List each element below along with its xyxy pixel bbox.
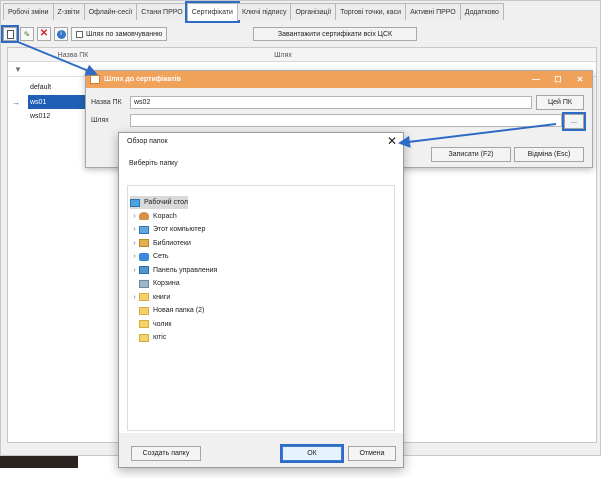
tree-node[interactable]: Рабочий стол: [130, 196, 188, 209]
pc-name-cell[interactable]: default: [28, 80, 88, 94]
new-record-button[interactable]: [1, 25, 19, 43]
control-panel-icon: [139, 266, 149, 274]
expand-chevron-icon[interactable]: ›: [130, 240, 139, 247]
tree-node-label: Рабочий стол: [144, 199, 188, 206]
tree-node[interactable]: › Kopach: [130, 210, 177, 223]
toolbar: ✎ ✕ i Шлях по замовчуванню Завантажити с…: [1, 25, 599, 43]
minimize-icon[interactable]: —: [526, 71, 546, 88]
checkbox-icon: [76, 30, 83, 38]
tree-node[interactable]: › книги: [130, 291, 170, 304]
tab-2[interactable]: Офлайн-сесії: [83, 3, 138, 20]
info-button[interactable]: i: [54, 27, 68, 41]
tree-node-label: ютіс: [153, 334, 167, 341]
tree-node[interactable]: › Сеть: [130, 250, 169, 263]
dialog-title: Шлях до сертифікатів: [104, 76, 181, 83]
tab-7[interactable]: Торгові точки, каси: [335, 3, 407, 20]
pc-name-input[interactable]: ws02: [130, 96, 532, 109]
tree-node[interactable]: ютіс: [130, 331, 166, 344]
default-path-label: Шлях по замовчуванню: [86, 30, 163, 38]
delete-record-button[interactable]: ✕: [37, 27, 51, 41]
delete-icon: ✕: [39, 28, 49, 39]
expand-chevron-icon[interactable]: ›: [130, 253, 139, 260]
expand-chevron-icon[interactable]: ›: [130, 226, 139, 233]
tree-node[interactable]: › Этот компьютер: [130, 223, 205, 236]
maximize-icon[interactable]: ☐: [548, 71, 568, 88]
folder-tree[interactable]: Рабочий стол › Kopach › Этот компьютер › Библи…: [127, 185, 395, 431]
tab-0[interactable]: Робочі зміни: [3, 3, 54, 20]
folder-icon: [139, 293, 149, 301]
cancel-button[interactable]: Отмена: [348, 446, 396, 461]
recycle-bin-icon: [139, 279, 149, 288]
edit-record-button[interactable]: ✎: [20, 27, 34, 41]
upload-certificates-button[interactable]: Завантажити сертифікати всіх ЦСК: [253, 27, 417, 41]
expand-chevron-icon[interactable]: ›: [130, 294, 139, 301]
tree-node-label: книги: [153, 293, 171, 301]
window-icon: [90, 75, 100, 84]
tab-3[interactable]: Стани ПРРО: [136, 3, 188, 20]
column-header-pc-name[interactable]: Назва ПК: [28, 48, 118, 62]
cancel-button[interactable]: Відміна (Esc): [514, 147, 584, 162]
user-icon: [139, 212, 149, 220]
tree-node-label: Этот компьютер: [153, 226, 206, 233]
folder-icon: [139, 306, 149, 315]
folder-icon: [139, 333, 149, 342]
computer-icon: [139, 225, 149, 234]
ok-button[interactable]: ОК: [280, 444, 344, 463]
tree-node[interactable]: › Панель управления: [130, 264, 217, 277]
tab-1[interactable]: Z-звіти: [52, 3, 85, 20]
dialog-footer: Создать папку ОК Отмена: [119, 433, 403, 467]
current-row-arrow-icon: →: [12, 97, 20, 107]
tree-node-label: Kopach: [153, 212, 177, 220]
library-icon: [139, 239, 149, 247]
close-icon[interactable]: ✕: [387, 134, 397, 148]
desktop-icon: [130, 198, 140, 207]
tree-node-label: чолик: [153, 320, 172, 328]
tree-node-label: Новая папка (2): [153, 307, 205, 314]
this-pc-button[interactable]: Цей ПК: [536, 95, 584, 110]
tree-node-label: Библиотеки: [153, 239, 191, 247]
tree-node[interactable]: чолик: [130, 318, 171, 331]
tab-5[interactable]: Ключі підпису: [236, 3, 292, 20]
default-path-button[interactable]: Шлях по замовчуванню: [71, 27, 168, 41]
tab-4[interactable]: Сертифікати: [184, 1, 240, 23]
pc-name-label: Назва ПК: [91, 99, 122, 106]
expand-chevron-icon[interactable]: ›: [130, 267, 139, 274]
grid-header: Назва ПК Шлях: [8, 48, 596, 62]
pc-name-cell[interactable]: ws012: [28, 109, 88, 123]
dialog-titlebar[interactable]: Шлях до сертифікатів — ☐ ✕: [86, 71, 592, 88]
tree-node-label: Корзина: [153, 280, 180, 287]
folder-icon: [139, 320, 149, 328]
save-button[interactable]: Записати (F2): [431, 147, 511, 162]
browse-folder-dialog: Обзор папок ✕ Виберіть папку Рабочий сто…: [118, 132, 404, 468]
tab-9[interactable]: Додатково: [459, 3, 504, 20]
tab-bar: Робочі зміни Z-звіти Офлайн-сесії Стани ПРР…: [3, 1, 504, 23]
path-label: Шлях: [91, 117, 109, 124]
new-document-icon: [6, 29, 14, 39]
dialog-title: Обзор папок: [127, 138, 168, 145]
browse-button[interactable]: ...: [562, 112, 586, 131]
column-header-path[interactable]: Шлях: [118, 48, 448, 62]
close-icon[interactable]: ✕: [570, 71, 590, 88]
tree-node[interactable]: › Библиотеки: [130, 237, 191, 250]
pc-name-cell[interactable]: ws01: [28, 95, 88, 109]
tab-8[interactable]: Активні ПРРО: [405, 3, 461, 20]
tab-6[interactable]: Організації: [290, 3, 337, 20]
tree-node[interactable]: Новая папка (2): [130, 304, 204, 317]
info-icon: i: [56, 29, 66, 39]
edit-icon: ✎: [23, 29, 31, 39]
expand-chevron-icon[interactable]: ›: [130, 213, 139, 220]
background-strip: [0, 456, 78, 468]
filter-icon[interactable]: ▼: [14, 65, 22, 74]
new-folder-button[interactable]: Создать папку: [131, 446, 201, 461]
network-icon: [139, 252, 149, 261]
tree-node-label: Панель управления: [153, 266, 218, 274]
dialog-prompt: Виберіть папку: [129, 160, 178, 167]
tree-node-label: Сеть: [153, 253, 169, 260]
tree-node[interactable]: Корзина: [130, 277, 180, 290]
path-input[interactable]: [130, 114, 562, 127]
